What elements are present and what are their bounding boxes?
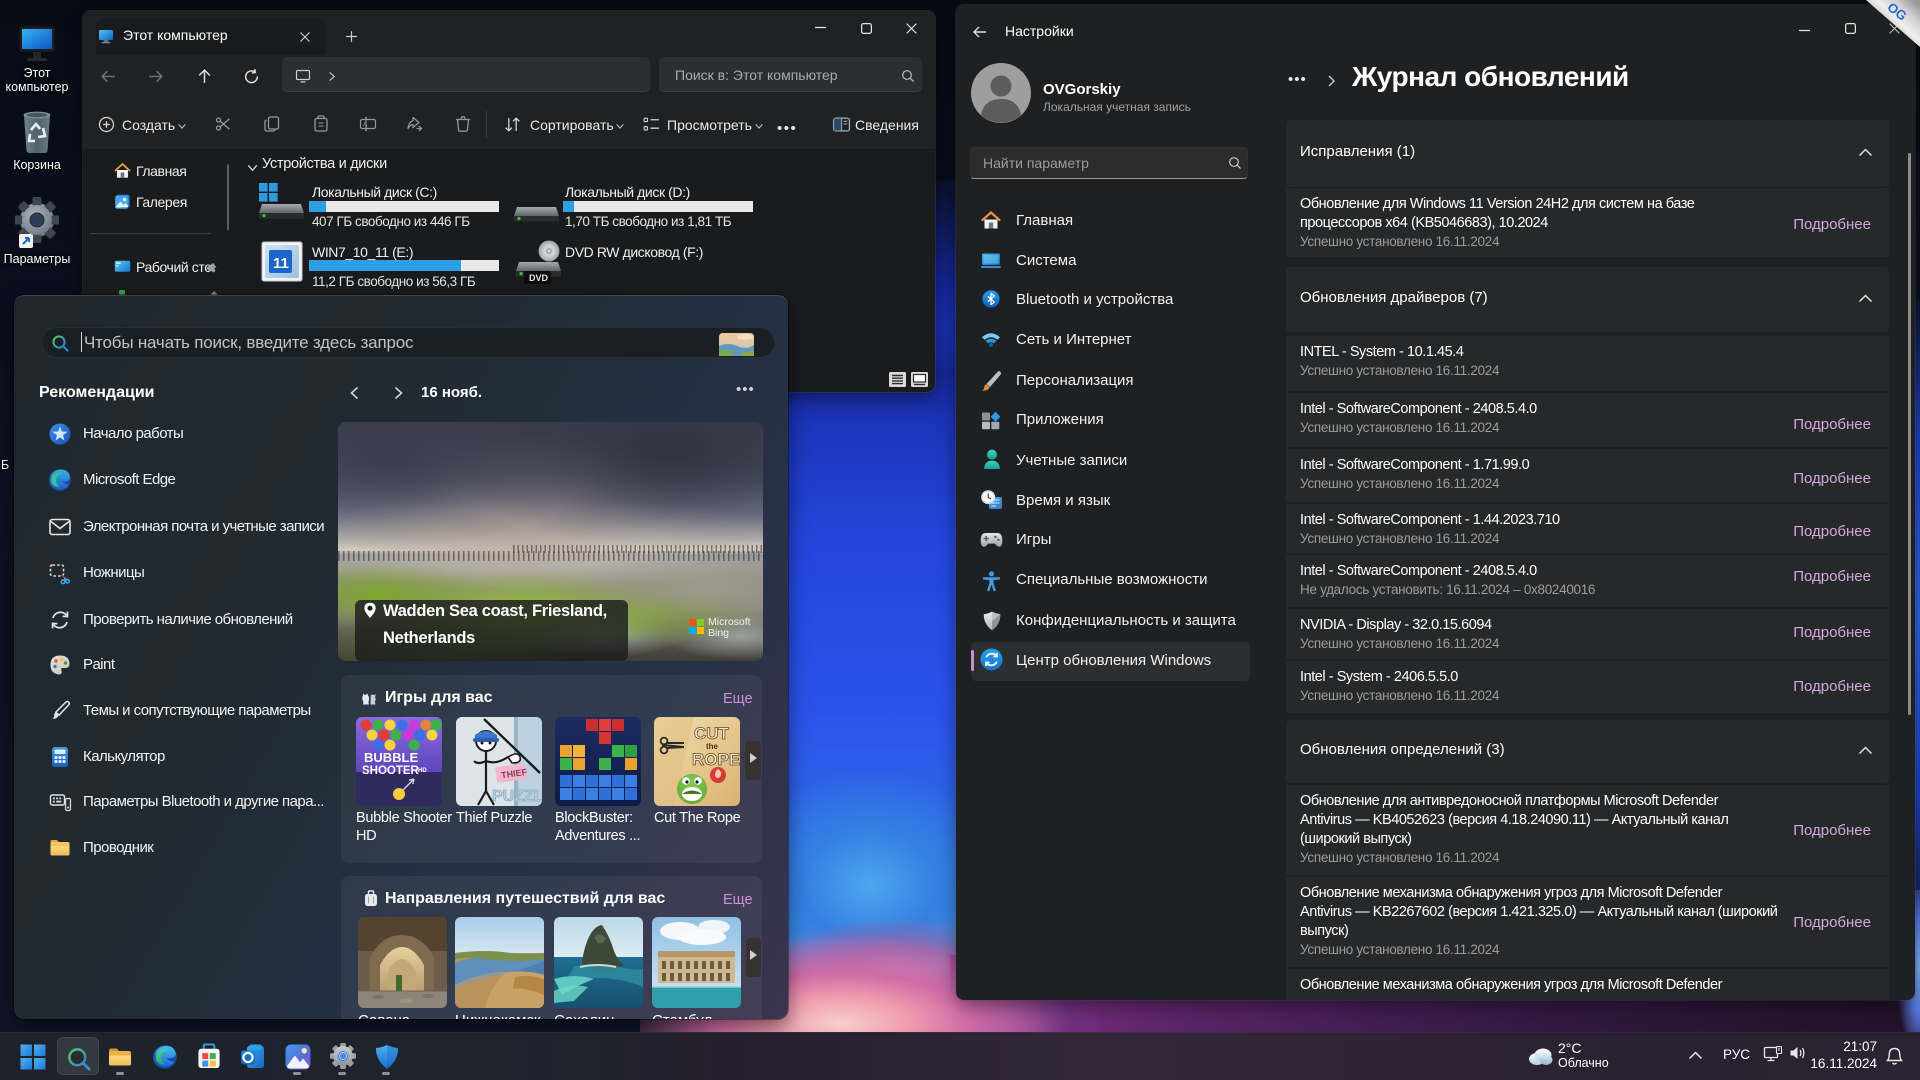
- svg-text:ROPE: ROPE: [692, 750, 740, 769]
- svg-text:DVD: DVD: [529, 273, 549, 283]
- svg-text:A: A: [363, 121, 368, 128]
- svg-text:HD: HD: [418, 768, 427, 774]
- svg-text:11: 11: [273, 255, 289, 272]
- svg-text:SHOOTER: SHOOTER: [362, 765, 420, 777]
- svg-text:CUT: CUT: [694, 724, 730, 743]
- svg-text:BUBBLE: BUBBLE: [364, 750, 418, 765]
- svg-text:PUZZLE: PUZZLE: [492, 788, 542, 805]
